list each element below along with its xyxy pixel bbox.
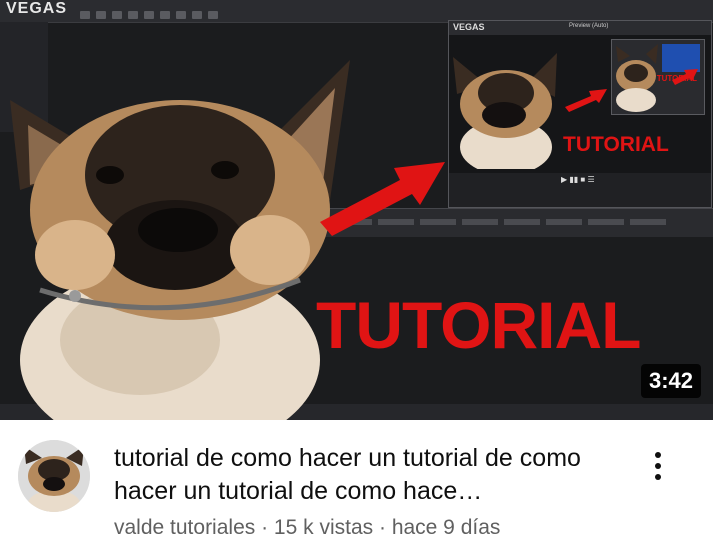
inner-dog-image (453, 53, 557, 169)
inner-editor-logo: VEGAS (453, 22, 485, 32)
channel-avatar[interactable] (18, 440, 90, 512)
channel-name[interactable]: valde tutoriales (114, 516, 255, 539)
video-thumbnail[interactable]: VEGAS VEGAS Preview (Auto) TUTORIAL TUTO… (0, 0, 713, 420)
inner-tutorial-text: TUTORIAL (563, 133, 669, 156)
duration-badge: 3:42 (640, 364, 701, 398)
video-title[interactable]: tutorial de como hacer un tutorial de co… (114, 442, 614, 508)
inner-preview-label: Preview (Auto) (569, 23, 609, 29)
inner-mini-tutorial-text: TUTORIAL (656, 74, 697, 83)
upload-age: hace 9 días (391, 516, 501, 539)
meta-separator: · (373, 516, 392, 539)
red-arrow (320, 162, 445, 236)
vertical-ellipsis-icon[interactable] (640, 442, 676, 490)
editor-logo: VEGAS (6, 0, 68, 17)
meta-separator: · (255, 516, 274, 539)
tutorial-text: TUTORIAL (316, 288, 641, 362)
inner-red-arrow (565, 89, 607, 112)
video-metadata: valde tutoriales · 15 k vistas · hace 9 … (114, 516, 500, 540)
dog-avatar-image (18, 440, 90, 512)
nested-screenshot: VEGAS Preview (Auto) TUTORIAL TUTORIAL ▶… (448, 20, 712, 208)
view-count: 15 k vistas (273, 516, 374, 539)
editor-toolbar (80, 6, 440, 19)
inner-transport-controls: ▶ ▮▮ ■ ☰ (449, 173, 711, 207)
